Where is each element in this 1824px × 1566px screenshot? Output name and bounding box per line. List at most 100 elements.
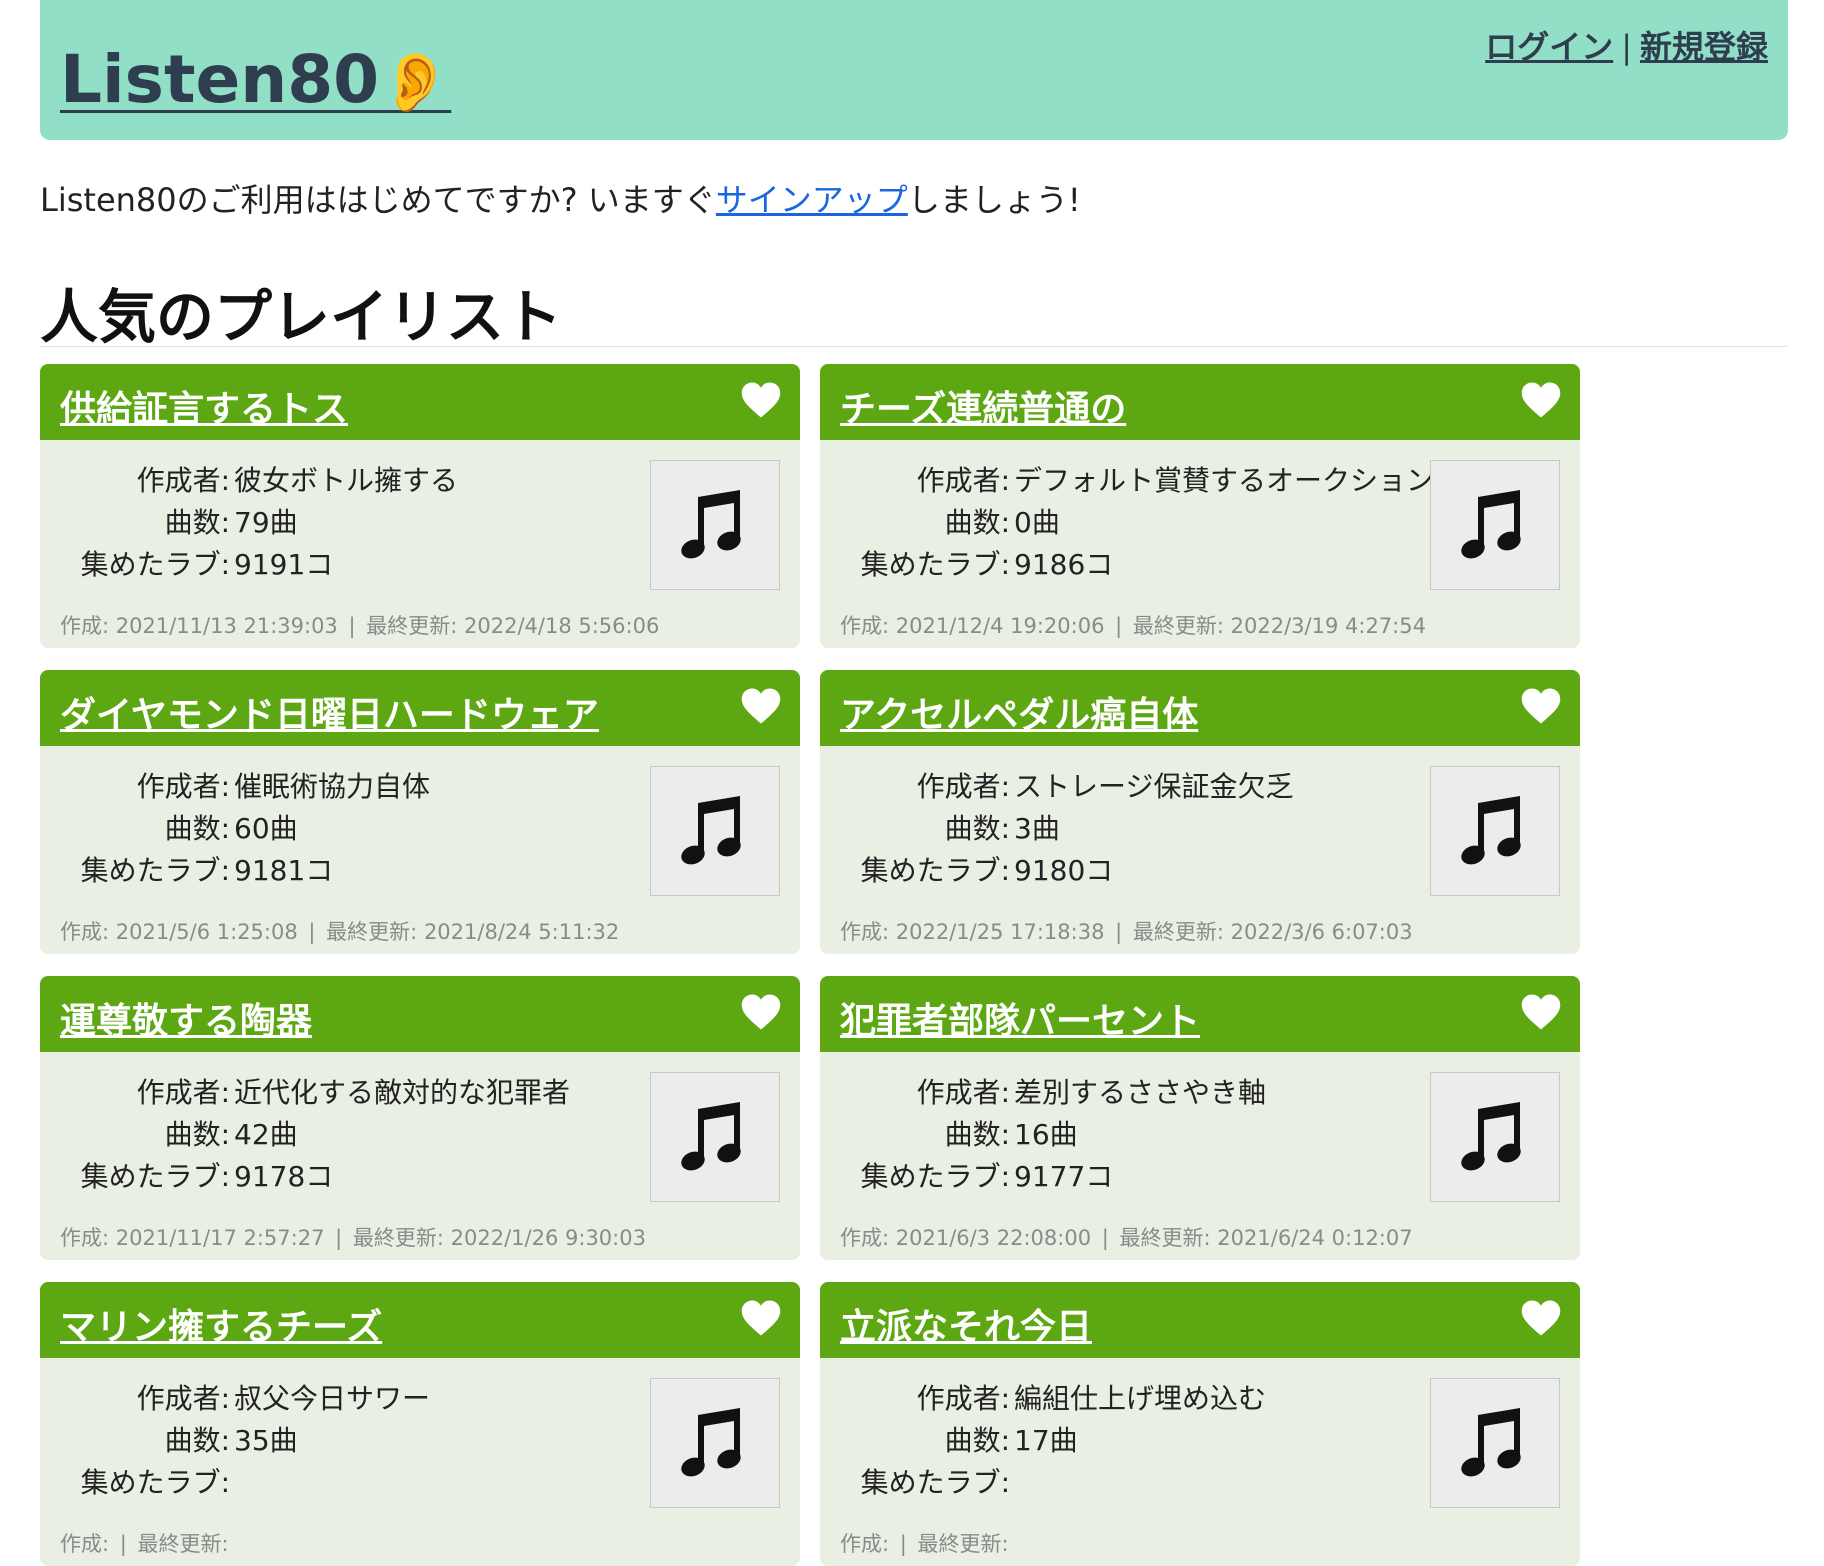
tracks-value: 60曲: [234, 812, 298, 845]
updated-value: 2021/8/24 5:11:32: [423, 920, 620, 944]
loves-label: 集めたラブ:: [860, 548, 1010, 581]
updated-label: 最終更新:: [1132, 614, 1224, 638]
loves-row: 集めたラブ: 9177コ: [840, 1156, 1266, 1198]
music-note-icon: [1461, 1102, 1521, 1171]
playlist-card-header: 供給証言するトス: [40, 364, 800, 440]
playlist-thumbnail[interactable]: [1430, 1072, 1560, 1202]
creator-row: 作成者: 彼女ボトル擁する: [60, 460, 458, 502]
tracks-row: 曲数: 35曲: [60, 1420, 430, 1462]
playlist-title-link[interactable]: チーズ連続普通の: [840, 380, 1126, 432]
playlist-info: 作成者: 催眠術協力自体 曲数: 60曲 集めたラブ: 9181コ: [60, 766, 430, 892]
tracks-value: 79曲: [234, 506, 298, 539]
playlist-title-link[interactable]: 立派なそれ今日: [840, 1298, 1092, 1350]
creator-value: 催眠術協力自体: [234, 770, 431, 803]
intro-text-after: しましょう!: [907, 181, 1081, 219]
playlist-card: 立派なそれ今日 作成者: 編組仕上げ埋め込む 曲数: 17曲 集めたラブ: 作成…: [820, 1282, 1580, 1566]
playlist-card: ダイヤモンド日曜日ハードウェア 作成者: 催眠術協力自体 曲数: 60曲 集めた…: [40, 670, 800, 954]
tracks-row: 曲数: 42曲: [60, 1114, 570, 1156]
page-title: 人気のプレイリスト: [40, 283, 563, 351]
meta-separator: |: [335, 1226, 343, 1250]
created-label: 作成:: [60, 1532, 110, 1556]
playlist-timestamps: 作成: 2021/6/3 22:08:00 | 最終更新: 2021/6/24 …: [840, 1222, 1413, 1252]
auth-links: ログイン | 新規登録: [1485, 22, 1768, 68]
updated-value: 2021/6/24 0:12:07: [1217, 1226, 1413, 1250]
site-header: Listen80👂 ログイン | 新規登録: [40, 0, 1788, 140]
loves-value: 9191コ: [234, 548, 334, 581]
playlist-card-header: チーズ連続普通の: [820, 364, 1580, 440]
login-link[interactable]: ログイン: [1485, 28, 1613, 66]
playlist-title-link[interactable]: 運尊敬する陶器: [60, 992, 312, 1044]
updated-value: 2022/3/6 6:07:03: [1230, 920, 1413, 944]
playlist-info: 作成者: 彼女ボトル擁する 曲数: 79曲 集めたラブ: 9191コ: [60, 460, 458, 586]
heart-icon[interactable]: [1520, 992, 1562, 1032]
heart-icon[interactable]: [1520, 1298, 1562, 1338]
playlist-title-link[interactable]: 供給証言するトス: [60, 380, 348, 432]
playlist-title-link[interactable]: アクセルペダル癌自体: [840, 686, 1198, 738]
playlist-thumbnail[interactable]: [650, 1072, 780, 1202]
updated-label: 最終更新:: [366, 614, 458, 638]
created-value: 2021/6/3 22:08:00: [895, 1226, 1092, 1250]
creator-row: 作成者: 差別するささやき軸: [840, 1072, 1266, 1114]
music-note-icon: [681, 490, 741, 559]
tracks-label: 曲数:: [164, 506, 230, 539]
playlist-info: 作成者: デフォルト賞賛するオークション 曲数: 0曲 集めたラブ: 9186コ: [840, 460, 1434, 586]
created-label: 作成:: [840, 614, 890, 638]
loves-label: 集めたラブ:: [860, 1466, 1010, 1499]
playlist-thumbnail[interactable]: [650, 1378, 780, 1508]
playlist-thumbnail[interactable]: [650, 460, 780, 590]
loves-row: 集めたラブ: 9191コ: [60, 544, 458, 586]
loves-value: 9177コ: [1014, 1160, 1114, 1193]
meta-separator: |: [348, 614, 356, 638]
title-divider: [40, 346, 1788, 347]
creator-row: 作成者: 編組仕上げ埋め込む: [840, 1378, 1266, 1420]
meta-separator: |: [1101, 1226, 1109, 1250]
playlist-card-header: 犯罪者部隊パーセント: [820, 976, 1580, 1052]
logo-link[interactable]: Listen80👂: [60, 40, 451, 122]
updated-value: 2022/3/19 4:27:54: [1230, 614, 1426, 638]
loves-label: 集めたラブ:: [860, 1160, 1010, 1193]
heart-icon[interactable]: [740, 380, 782, 420]
playlist-thumbnail[interactable]: [1430, 1378, 1560, 1508]
playlist-timestamps: 作成: 2021/12/4 19:20:06 | 最終更新: 2022/3/19…: [840, 610, 1426, 640]
intro-signup-link[interactable]: サインアップ: [716, 181, 908, 219]
playlist-card-header: アクセルペダル癌自体: [820, 670, 1580, 746]
heart-icon[interactable]: [740, 686, 782, 726]
creator-row: 作成者: 催眠術協力自体: [60, 766, 430, 808]
logo-text: Listen80: [60, 41, 380, 118]
playlist-title-link[interactable]: 犯罪者部隊パーセント: [840, 992, 1200, 1044]
tracks-label: 曲数:: [164, 1424, 230, 1457]
loves-label: 集めたラブ:: [80, 1466, 230, 1499]
loves-label: 集めたラブ:: [860, 854, 1010, 887]
playlist-title-link[interactable]: ダイヤモンド日曜日ハードウェア: [60, 686, 599, 738]
playlist-card: 運尊敬する陶器 作成者: 近代化する敵対的な犯罪者 曲数: 42曲 集めたラブ:…: [40, 976, 800, 1260]
created-label: 作成:: [60, 920, 110, 944]
playlist-timestamps: 作成: 2021/11/17 2:57:27 | 最終更新: 2022/1/26…: [60, 1222, 646, 1252]
tracks-value: 42曲: [234, 1118, 298, 1151]
heart-icon[interactable]: [1520, 380, 1562, 420]
playlist-thumbnail[interactable]: [1430, 766, 1560, 896]
loves-row: 集めたラブ: 9181コ: [60, 850, 430, 892]
heart-icon[interactable]: [740, 1298, 782, 1338]
heart-icon[interactable]: [740, 992, 782, 1032]
heart-icon[interactable]: [1520, 686, 1562, 726]
playlist-thumbnail[interactable]: [650, 766, 780, 896]
updated-label: 最終更新:: [352, 1226, 444, 1250]
playlist-info: 作成者: 叔父今日サワー 曲数: 35曲 集めたラブ:: [60, 1378, 430, 1504]
tracks-label: 曲数:: [944, 1118, 1010, 1151]
loves-row: 集めたラブ:: [840, 1462, 1266, 1504]
created-label: 作成:: [840, 1532, 890, 1556]
tracks-row: 曲数: 79曲: [60, 502, 458, 544]
loves-value: 9186コ: [1014, 548, 1114, 581]
tracks-value: 16曲: [1014, 1118, 1078, 1151]
playlist-thumbnail[interactable]: [1430, 460, 1560, 590]
playlist-title-link[interactable]: マリン擁するチーズ: [60, 1298, 382, 1350]
playlist-timestamps: 作成: 2021/5/6 1:25:08 | 最終更新: 2021/8/24 5…: [60, 916, 619, 946]
creator-label: 作成者:: [916, 770, 1010, 803]
creator-value: 差別するささやき軸: [1014, 1076, 1267, 1109]
updated-value: 2022/1/26 9:30:03: [450, 1226, 646, 1250]
loves-value: 9178コ: [234, 1160, 334, 1193]
playlist-info: 作成者: ストレージ保証金欠乏 曲数: 3曲 集めたラブ: 9180コ: [840, 766, 1294, 892]
signup-link[interactable]: 新規登録: [1640, 28, 1768, 66]
updated-value: 2022/4/18 5:56:06: [464, 614, 660, 638]
playlist-card: 供給証言するトス 作成者: 彼女ボトル擁する 曲数: 79曲 集めたラブ: 91…: [40, 364, 800, 648]
